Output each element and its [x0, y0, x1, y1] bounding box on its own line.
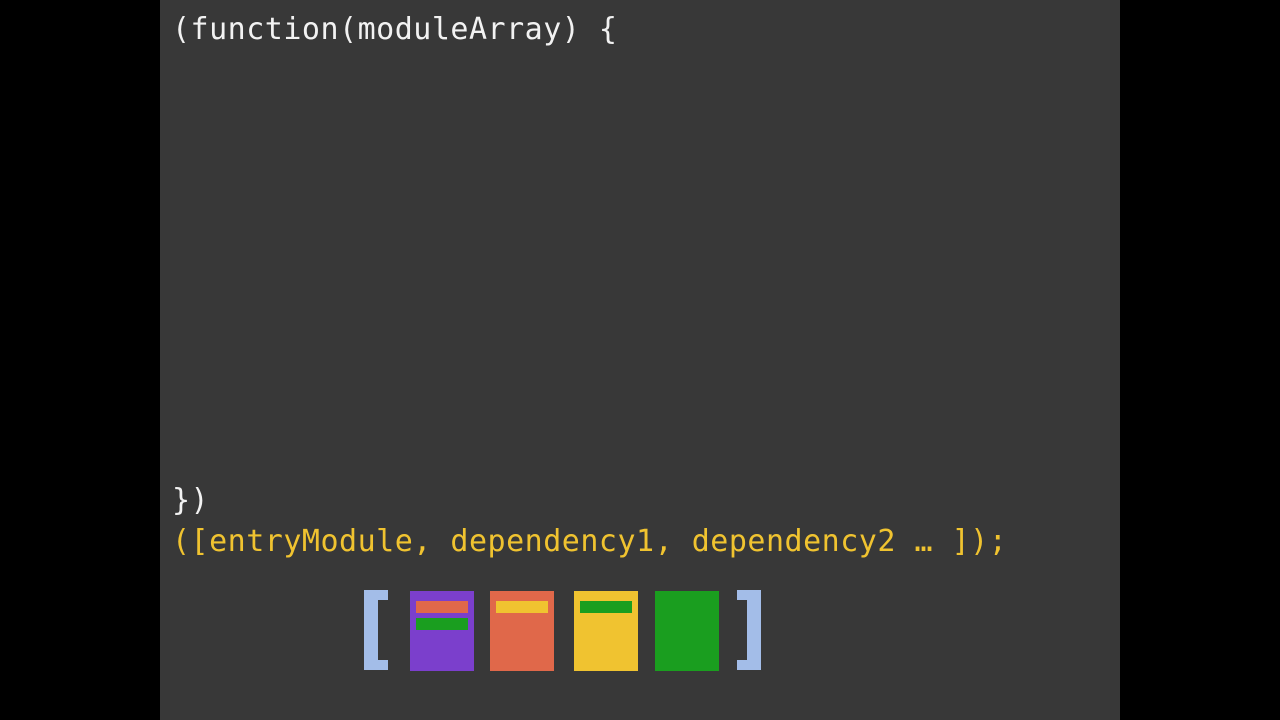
module-stripe: [496, 601, 548, 613]
entry-module: [410, 591, 474, 671]
code-line-function-open: (function(moduleArray) {: [172, 12, 618, 47]
right-bracket-icon: [737, 590, 761, 670]
code-line-invocation: ([entryModule, dependency1, dependency2 …: [172, 524, 1008, 559]
module-array-diagram: [160, 590, 1120, 672]
dependency3-module: [655, 591, 719, 671]
module-stripe: [580, 601, 632, 613]
code-line-function-close: }): [172, 483, 210, 518]
module-stripe: [416, 601, 468, 613]
slide-canvas: (function(moduleArray) { }) ([entryModul…: [160, 0, 1120, 720]
left-bracket-icon: [364, 590, 388, 670]
dependency1-module: [490, 591, 554, 671]
dependency2-module: [574, 591, 638, 671]
module-stripe: [416, 618, 468, 630]
